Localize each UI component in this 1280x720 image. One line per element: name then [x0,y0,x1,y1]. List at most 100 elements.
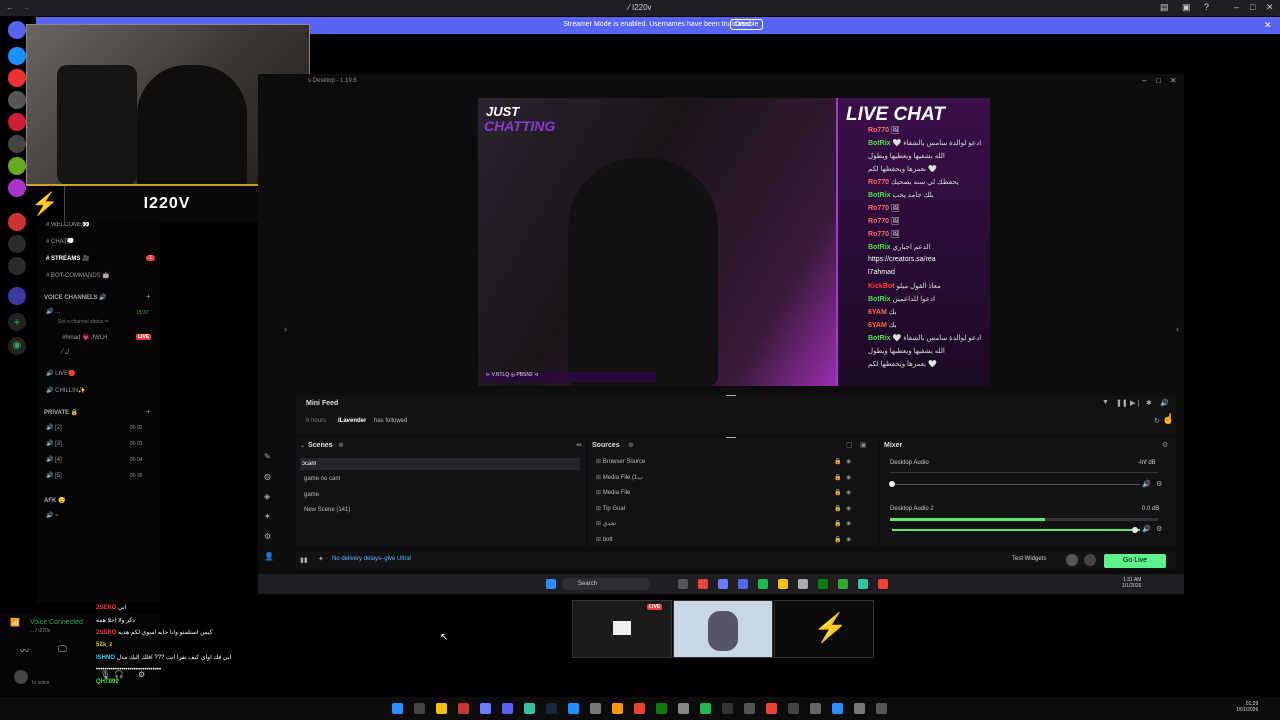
windows-start-icon[interactable] [392,703,403,714]
private-header[interactable]: PRIVATE 🔒 [44,409,78,416]
add-channel-icon[interactable]: + [146,407,151,416]
inbox-icon[interactable]: ▣ [1182,2,1191,13]
channel-status[interactable]: Set a channel status ✏ [58,319,109,325]
pause-icon[interactable]: ❚❚ [1116,399,1128,407]
lock-icon[interactable]: 🔒 [834,505,841,512]
xbox-icon[interactable] [656,703,667,714]
channel-welcome[interactable]: # WELCOME👀 [46,221,90,228]
settings-icon[interactable] [854,703,865,714]
channel-streams[interactable]: # STREAMS 🎥 [46,255,90,262]
gear-icon[interactable]: ⚙ [1156,525,1162,533]
themes-icon[interactable]: ◍ [264,472,271,481]
close-icon[interactable]: ✕ [1170,76,1177,85]
server-icon[interactable] [8,69,26,87]
server-icon[interactable] [8,91,26,109]
app-icon[interactable] [678,579,688,589]
app-icon[interactable] [744,703,755,714]
private-channel[interactable]: 🔊 [4] [46,456,62,463]
transition-icon[interactable]: ⇹ [576,441,582,449]
help-icon[interactable]: ? [1204,2,1209,12]
scene-item[interactable]: game no cam [304,476,340,482]
app-icon[interactable] [810,703,821,714]
discord-icon[interactable] [738,579,748,589]
close-icon[interactable]: ✕ [1266,2,1274,13]
server-icon[interactable] [8,257,26,275]
go-live-button[interactable]: Go Live [1104,554,1166,568]
volume-slider[interactable] [889,481,1140,487]
replay-button[interactable] [1084,554,1096,566]
source-item[interactable]: ⊞ Tip Goal [596,505,625,512]
server-icon[interactable] [8,179,26,197]
xbox-icon[interactable] [818,579,828,589]
mute-icon[interactable]: 🔊 [1142,525,1151,533]
apps-icon[interactable]: ◈ [264,492,270,501]
source-item[interactable]: ⊞ Media File [596,489,630,496]
streamlabs-icon[interactable] [858,579,868,589]
record-button[interactable] [1066,554,1078,566]
stream-preview[interactable]: JUST CHATTING ⊳ V.NTLQ ◎ PBSN2 ⊲ LIVE CH… [478,98,990,386]
add-channel-icon[interactable]: + [146,292,151,301]
server-icon[interactable] [8,213,26,231]
collapse-right-icon[interactable]: ‹ [1176,324,1179,334]
server-icon[interactable] [8,235,26,253]
disable-streamer-mode-button[interactable]: Disable [730,19,764,30]
settings-icon[interactable]: ⚙ [1162,441,1168,449]
search-input[interactable]: Search [562,578,650,590]
folder-icon[interactable]: ▢ [846,441,853,449]
scene-item[interactable]: game [304,492,319,498]
scene-item[interactable]: New Scene (141) [304,507,350,513]
chevron-down-icon[interactable]: ⌄ [300,442,305,449]
server-icon[interactable] [8,287,26,305]
collapse-left-icon[interactable]: › [284,324,287,334]
app-icon[interactable] [480,703,491,714]
app-icon[interactable] [612,703,623,714]
source-item[interactable]: ⊞ Browser Source [596,458,645,465]
lock-icon[interactable]: 🔒 [834,520,841,527]
lock-icon[interactable]: 🔒 [834,458,841,465]
maximize-icon[interactable]: □ [1250,2,1255,12]
private-channel[interactable]: 🔊 [5] [46,472,62,479]
active-voice-channel[interactable]: 🔊 ... [46,308,60,315]
channel-live[interactable]: 🔊 LIVE🔴 [46,370,76,377]
chrome-icon[interactable] [698,579,708,589]
ultra-promo-link[interactable]: No delivery delays–give Ultra! [332,556,411,562]
server-icon[interactable] [8,157,26,175]
steam-icon[interactable] [546,703,557,714]
app-icon[interactable] [788,703,799,714]
highlighter-icon[interactable]: ✦ [264,512,271,521]
lock-icon[interactable]: 🔒 [834,474,841,481]
source-item[interactable]: ⊞ bott [596,536,613,543]
chrome-icon[interactable] [878,579,888,589]
add-scene-icon[interactable]: ⊕ [338,441,344,449]
settings-icon[interactable]: ⚙ [264,532,271,541]
server-icon[interactable] [8,113,26,131]
channel-chat[interactable]: # CHAT💭 [46,238,74,245]
private-channel[interactable]: 🔊 [2] [46,424,62,431]
refresh-icon[interactable]: ↻ [1154,417,1160,425]
search-icon[interactable] [414,703,425,714]
window-thumbnail[interactable]: LIVE [572,600,672,658]
private-channel[interactable]: 🔊 [3] [46,440,62,447]
spotify-icon[interactable] [758,579,768,589]
settings-icon[interactable]: ✱ [1146,399,1152,407]
discord-home-icon[interactable] [8,21,26,39]
scene-item[interactable]: ɔcam [300,458,580,470]
mute-icon[interactable]: 🔊 [1142,480,1151,488]
maximize-icon[interactable]: □ [1156,76,1161,85]
app-icon[interactable] [798,579,808,589]
streamlabs-icon[interactable] [524,703,535,714]
app-icon[interactable] [458,703,469,714]
add-source-icon[interactable]: ⊕ [628,441,634,449]
add-server-icon[interactable]: + [8,313,26,331]
pin-icon[interactable]: ▤ [1160,2,1169,13]
visibility-icon[interactable]: ◉ [846,474,851,481]
chrome-icon[interactable] [634,703,645,714]
server-icon[interactable] [8,135,26,153]
app-icon[interactable] [722,703,733,714]
volume-icon[interactable]: 🔊 [1160,399,1169,407]
minimize-icon[interactable]: – [1234,2,1239,12]
window-thumbnail[interactable]: ⚡ [774,600,874,658]
app-icon[interactable] [832,703,843,714]
lock-icon[interactable]: 🔒 [834,489,841,496]
voice-channels-header[interactable]: VOICE CHANNELS 🔊 [44,294,107,301]
